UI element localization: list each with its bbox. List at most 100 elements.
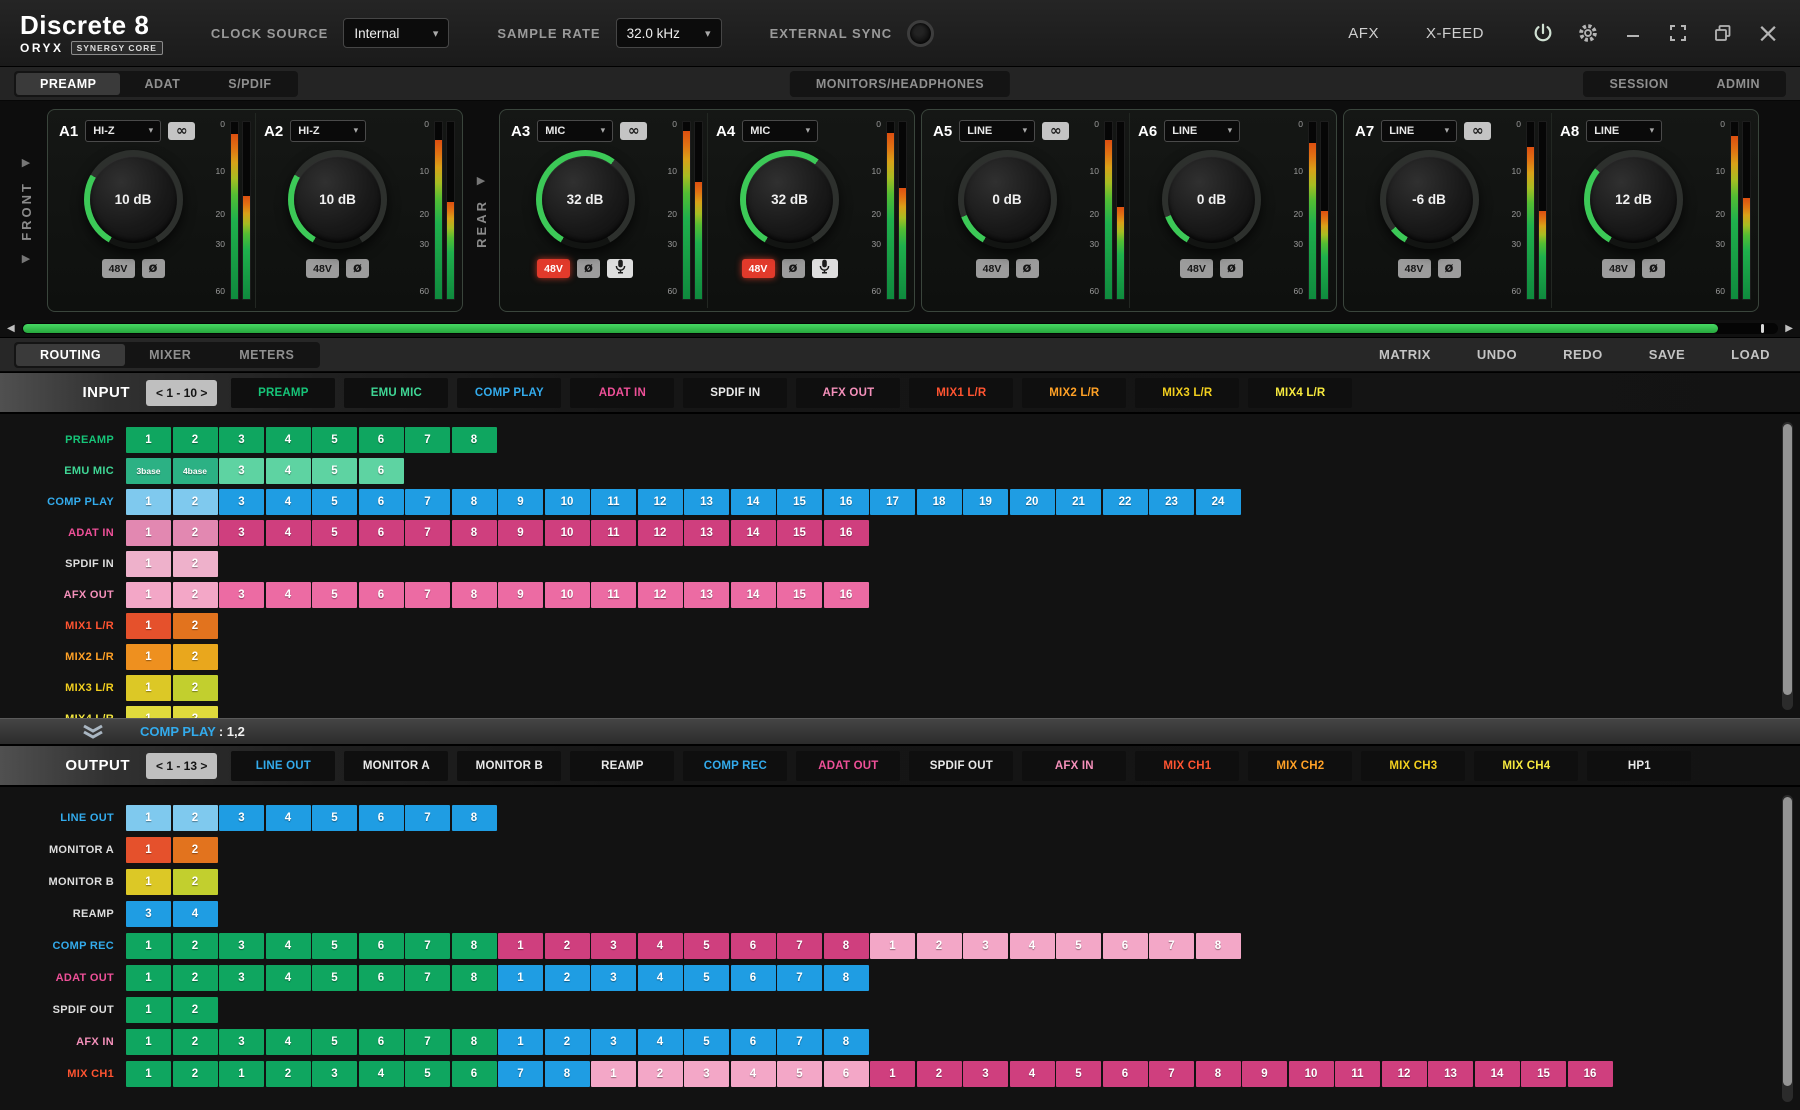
matrix-cell[interactable]: 1	[126, 489, 171, 515]
tab-routing[interactable]: ROUTING	[16, 344, 125, 366]
gain-knob[interactable]: 12 dB	[1584, 150, 1683, 249]
matrix-cell[interactable]: 11	[591, 582, 636, 608]
matrix-cell[interactable]: 3	[219, 489, 264, 515]
matrix-cell[interactable]: 1	[870, 1061, 915, 1087]
power-icon[interactable]	[1531, 21, 1555, 45]
matrix-cell[interactable]: 4	[266, 458, 311, 484]
matrix-cell[interactable]: 1	[126, 837, 171, 863]
matrix-cell[interactable]: 1	[870, 933, 915, 959]
matrix-cell[interactable]: 1	[126, 644, 171, 670]
matrix-cell[interactable]: 4	[731, 1061, 776, 1087]
matrix-cell[interactable]: 12	[1382, 1061, 1427, 1087]
matrix-cell[interactable]: 1	[126, 933, 171, 959]
matrix-cell[interactable]: 11	[591, 520, 636, 546]
phantom-48v-button[interactable]: 48V	[102, 259, 135, 278]
matrix-cell[interactable]: 1	[126, 675, 171, 701]
action-redo[interactable]: REDO	[1563, 347, 1603, 362]
matrix-cell[interactable]: 2	[638, 1061, 683, 1087]
gain-knob[interactable]: -6 dB	[1380, 150, 1479, 249]
matrix-cell[interactable]: 1	[126, 805, 171, 831]
matrix-cell[interactable]: 1	[126, 706, 171, 718]
matrix-cell[interactable]: 8	[452, 1029, 497, 1055]
phantom-48v-button[interactable]: 48V	[306, 259, 339, 278]
matrix-cell[interactable]: 1	[126, 551, 171, 577]
matrix-cell[interactable]: 21	[1056, 489, 1101, 515]
matrix-cell[interactable]: 1	[498, 933, 543, 959]
matrix-cell[interactable]: 9	[1242, 1061, 1287, 1087]
matrix-cell[interactable]: 8	[824, 933, 869, 959]
matrix-cell[interactable]: 2	[173, 837, 218, 863]
scroll-left-icon[interactable]: ◀	[7, 324, 15, 334]
input-tab-preamp[interactable]: PREAMP	[231, 378, 335, 408]
matrix-cell[interactable]: 4	[266, 933, 311, 959]
tab-preamp[interactable]: PREAMP	[16, 73, 120, 95]
matrix-cell[interactable]: 13	[684, 489, 729, 515]
input-mode-select[interactable]: LINE▾	[1381, 120, 1457, 142]
output-tab-line-out[interactable]: LINE OUT	[231, 751, 335, 781]
output-tab-spdif-out[interactable]: SPDIF OUT	[909, 751, 1013, 781]
matrix-cell[interactable]: 7	[777, 1029, 822, 1055]
matrix-cell[interactable]: 16	[824, 520, 869, 546]
matrix-cell[interactable]: 8	[452, 520, 497, 546]
matrix-cell[interactable]: 19	[963, 489, 1008, 515]
input-mode-select[interactable]: MIC▾	[742, 120, 818, 142]
matrix-cell[interactable]: 9	[498, 520, 543, 546]
matrix-cell[interactable]: 12	[638, 520, 683, 546]
matrix-cell[interactable]: 2	[173, 965, 218, 991]
matrix-cell[interactable]: 2	[173, 644, 218, 670]
matrix-cell[interactable]: 4	[266, 489, 311, 515]
matrix-cell[interactable]: 6	[824, 1061, 869, 1087]
output-tab-comp-rec[interactable]: COMP REC	[683, 751, 787, 781]
matrix-cell[interactable]: 4	[638, 1029, 683, 1055]
matrix-cell[interactable]: 13	[1428, 1061, 1473, 1087]
matrix-cell[interactable]: 7	[777, 965, 822, 991]
matrix-cell[interactable]: 10	[545, 582, 590, 608]
matrix-cell[interactable]: 9	[498, 582, 543, 608]
matrix-cell[interactable]: 2	[173, 675, 218, 701]
input-tab-mix4-l-r[interactable]: MIX4 L/R	[1248, 378, 1352, 408]
matrix-cell[interactable]: 1	[498, 965, 543, 991]
matrix-cell[interactable]: 5	[1056, 1061, 1101, 1087]
input-mode-select[interactable]: LINE▾	[1586, 120, 1662, 142]
action-matrix[interactable]: MATRIX	[1379, 347, 1431, 362]
matrix-cell[interactable]: 2	[173, 1029, 218, 1055]
clock-source-select[interactable]: Internal ▾	[343, 18, 449, 48]
matrix-cell[interactable]: 18	[917, 489, 962, 515]
matrix-cell[interactable]: 2	[173, 489, 218, 515]
matrix-cell[interactable]: 6	[359, 805, 404, 831]
matrix-cell[interactable]: 8	[452, 427, 497, 453]
matrix-cell[interactable]: 14	[1475, 1061, 1520, 1087]
matrix-cell[interactable]: 2	[173, 520, 218, 546]
matrix-cell[interactable]: 4	[266, 427, 311, 453]
matrix-cell[interactable]: 22	[1103, 489, 1148, 515]
matrix-cell[interactable]: 13	[684, 520, 729, 546]
matrix-cell[interactable]: 8	[545, 1061, 590, 1087]
matrix-cell[interactable]: 7	[405, 489, 450, 515]
matrix-cell[interactable]: 5	[405, 1061, 450, 1087]
popout-window-icon[interactable]	[1711, 21, 1735, 45]
phase-invert-button[interactable]: ø	[782, 259, 805, 278]
tab-monitors-headphones[interactable]: MONITORS/HEADPHONES	[792, 73, 1008, 95]
matrix-cell[interactable]: 1	[126, 520, 171, 546]
input-mode-select[interactable]: HI-Z▾	[85, 120, 161, 142]
matrix-cell[interactable]: 2	[173, 551, 218, 577]
matrix-cell[interactable]: 3	[219, 1029, 264, 1055]
tab-s-pdif[interactable]: S/PDIF	[204, 73, 295, 95]
matrix-cell[interactable]: 2	[545, 1029, 590, 1055]
tab-adat[interactable]: ADAT	[120, 73, 204, 95]
matrix-cell[interactable]: 2	[173, 613, 218, 639]
matrix-cell[interactable]: 7	[777, 933, 822, 959]
phantom-48v-button[interactable]: 48V	[976, 259, 1009, 278]
matrix-cell[interactable]: 7	[405, 427, 450, 453]
input-mode-select[interactable]: HI-Z▾	[290, 120, 366, 142]
fullscreen-icon[interactable]	[1666, 21, 1690, 45]
matrix-cell[interactable]: 3	[219, 933, 264, 959]
output-tab-mix-ch1[interactable]: MIX CH1	[1135, 751, 1239, 781]
matrix-cell[interactable]: 15	[777, 582, 822, 608]
gain-knob[interactable]: 32 dB	[536, 150, 635, 249]
matrix-cell[interactable]: 4	[638, 965, 683, 991]
matrix-cell[interactable]: 2	[173, 933, 218, 959]
matrix-cell[interactable]: 6	[359, 582, 404, 608]
matrix-cell[interactable]: 1	[498, 1029, 543, 1055]
matrix-cell[interactable]: 8	[1196, 1061, 1241, 1087]
